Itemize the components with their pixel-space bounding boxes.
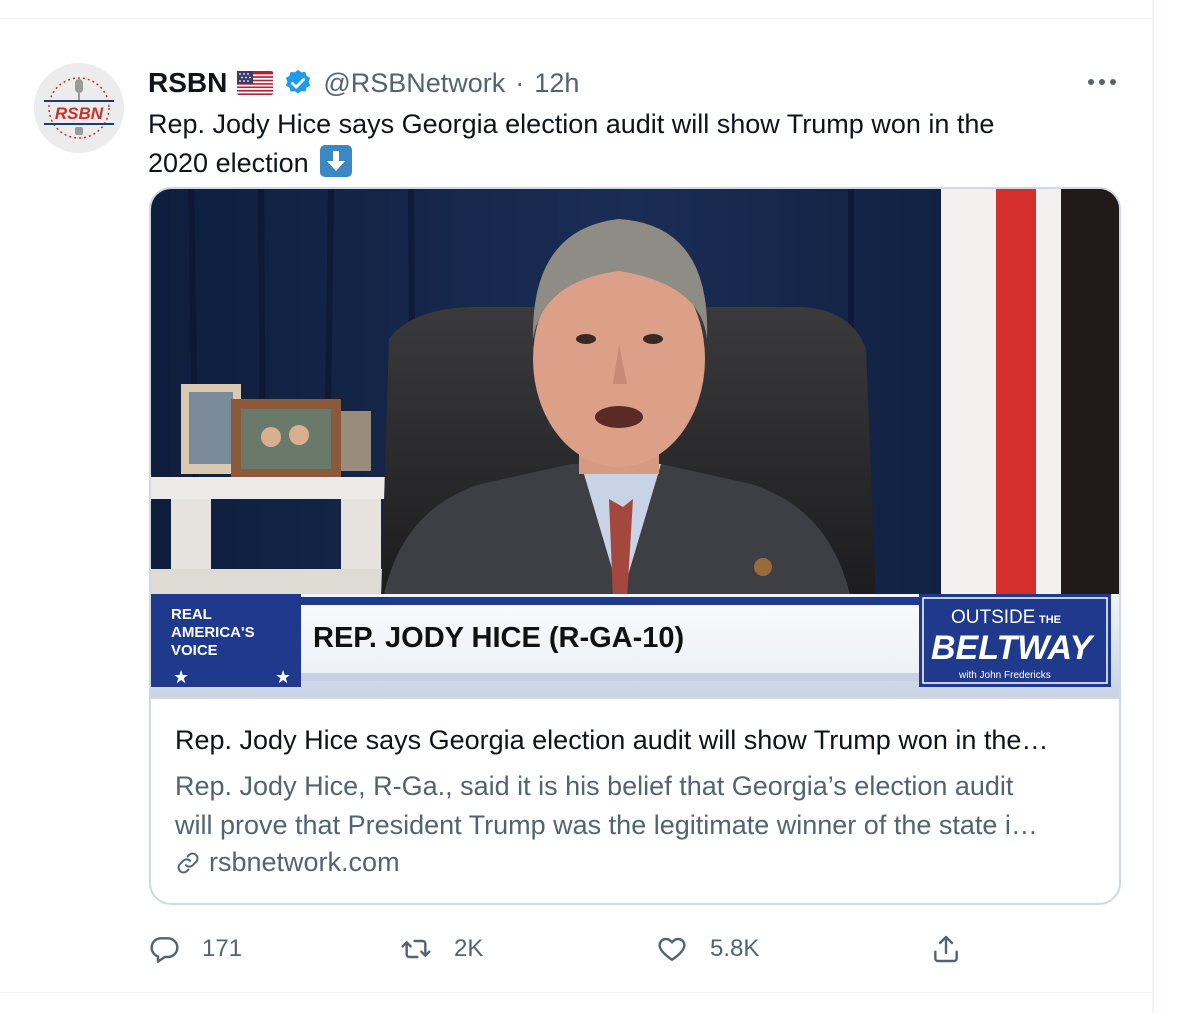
card-description-line2: will prove that President Trump was the … bbox=[175, 810, 1038, 840]
link-icon bbox=[177, 852, 199, 873]
verified-badge-icon[interactable] bbox=[283, 68, 313, 98]
card-domain[interactable]: rsbnetwork.com bbox=[175, 847, 400, 878]
network-logo-line3: VOICE bbox=[171, 642, 218, 659]
timeline-border bbox=[1152, 0, 1154, 1013]
tweet-text: Rep. Jody Hice says Georgia election aud… bbox=[148, 105, 1108, 183]
separator-dot: · bbox=[515, 67, 525, 98]
show-logo-top: OUTSIDE bbox=[951, 607, 1035, 628]
lower-third-name: REP. JODY HICE (R-GA-10) bbox=[313, 622, 684, 654]
avatar-logo-text: RSBN bbox=[55, 104, 104, 123]
card-title[interactable]: Rep. Jody Hice says Georgia election aud… bbox=[175, 725, 1105, 756]
svg-text:★: ★ bbox=[275, 667, 291, 688]
link-preview-card[interactable]: REAL AMERICA'S VOICE ★ ★ REP. JODY HICE … bbox=[149, 187, 1121, 905]
down-arrow-emoji-icon bbox=[320, 145, 353, 177]
svg-text:★: ★ bbox=[173, 667, 189, 688]
more-dot-icon bbox=[1110, 79, 1116, 85]
more-dot-icon bbox=[1088, 79, 1094, 85]
tweet-text-line2: 2020 election bbox=[148, 148, 309, 178]
show-logo-main: BELTWAY bbox=[931, 629, 1095, 667]
card-divider bbox=[151, 697, 1119, 699]
card-description: Rep. Jody Hice, R-Ga., said it is his be… bbox=[175, 767, 1105, 845]
show-logo-sub: with John Fredericks bbox=[958, 670, 1051, 681]
timestamp[interactable]: 12h bbox=[534, 68, 579, 99]
share-button[interactable] bbox=[930, 929, 962, 969]
retweet-button[interactable]: 2K bbox=[400, 929, 483, 969]
tweet-article[interactable]: RSBN RSBN @RSBNetwork · 12h Rep. Jody Hi… bbox=[0, 19, 1152, 992]
tweet-text-line1: Rep. Jody Hice says Georgia election aud… bbox=[148, 109, 995, 139]
card-domain-text: rsbnetwork.com bbox=[209, 847, 400, 877]
like-button[interactable]: 5.8K bbox=[656, 929, 759, 969]
reply-icon bbox=[150, 937, 179, 963]
video-still-image: REAL AMERICA'S VOICE ★ ★ REP. JODY HICE … bbox=[151, 189, 1119, 697]
tweet-header: RSBN @RSBNetwork · 12h bbox=[148, 63, 579, 103]
handle[interactable]: @RSBNetwork bbox=[323, 68, 505, 99]
reply-count: 171 bbox=[202, 935, 243, 962]
tweet-action-bar: 171 2K 5.8K bbox=[148, 929, 978, 969]
like-count: 5.8K bbox=[710, 935, 760, 962]
retweet-count: 2K bbox=[454, 935, 484, 962]
share-icon bbox=[934, 935, 958, 963]
card-description-line1: Rep. Jody Hice, R-Ga., said it is his be… bbox=[175, 771, 1014, 801]
network-logo-line1: REAL bbox=[171, 606, 212, 623]
card-image: REAL AMERICA'S VOICE ★ ★ REP. JODY HICE … bbox=[151, 189, 1119, 697]
reply-button[interactable]: 171 bbox=[148, 929, 242, 969]
network-logo-line2: AMERICA'S bbox=[171, 624, 255, 641]
rsbn-logo-icon: RSBN bbox=[34, 63, 124, 153]
display-name[interactable]: RSBN bbox=[148, 67, 227, 99]
bottom-divider bbox=[0, 992, 1152, 993]
retweet-icon bbox=[401, 939, 431, 959]
show-logo-the: THE bbox=[1039, 614, 1061, 626]
us-flag-icon bbox=[237, 71, 274, 95]
avatar[interactable]: RSBN bbox=[34, 63, 124, 153]
more-options-button[interactable] bbox=[1080, 67, 1124, 97]
more-dot-icon bbox=[1099, 79, 1105, 85]
heart-icon bbox=[658, 937, 686, 961]
